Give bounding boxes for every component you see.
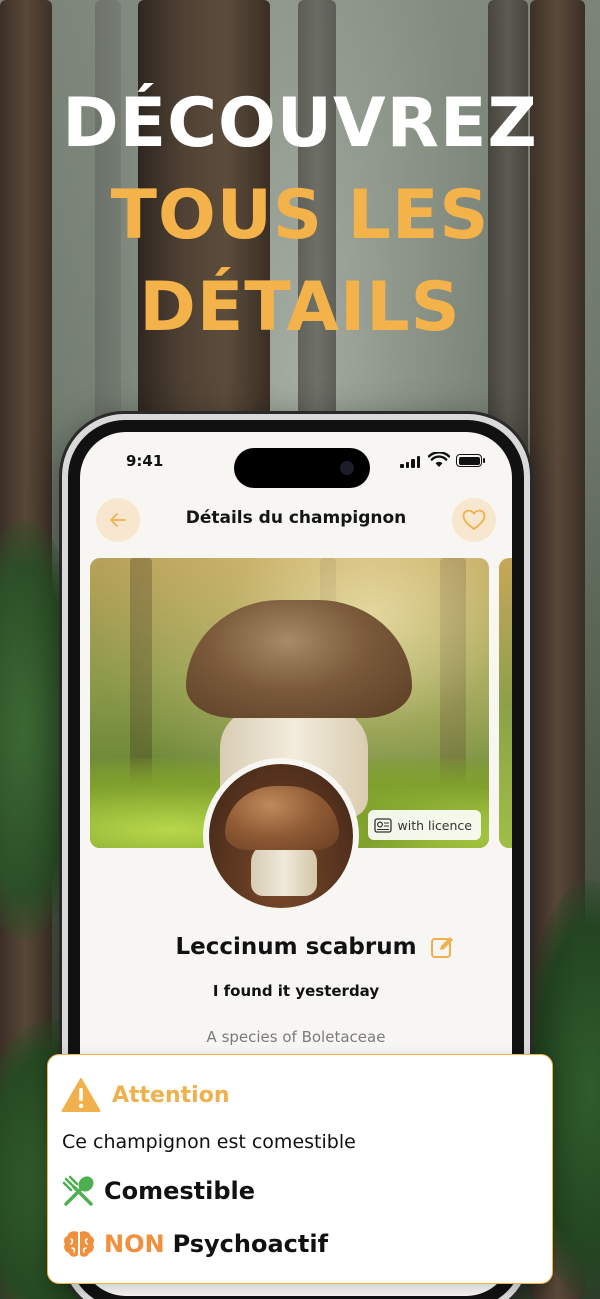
promo-headline: DÉCOUVREZ TOUS LES DÉTAILS (0, 78, 600, 354)
signal-icon (400, 456, 422, 468)
heart-icon (462, 509, 486, 530)
headline-line-3: DÉTAILS (139, 268, 461, 347)
licence-badge[interactable]: with licence (367, 810, 481, 840)
species-family: A species of Boletaceae (206, 1028, 386, 1046)
next-photo-peek[interactable] (499, 558, 512, 848)
status-time: 9:41 (126, 452, 164, 470)
nav-bar: Détails du champignon (80, 494, 512, 544)
page-title: Détails du champignon (185, 508, 407, 528)
wifi-icon (428, 452, 450, 467)
status-bar: 9:41 (80, 432, 512, 488)
licence-label: with licence (397, 817, 473, 833)
attention-card: Attention Ce champignon est comestible C… (47, 1054, 553, 1284)
edit-icon[interactable] (430, 934, 456, 960)
battery-icon (456, 454, 485, 467)
psychoactive-prefix: NON (104, 1230, 165, 1258)
psychoactive-label: Psychoactif (172, 1230, 329, 1258)
attention-text: Ce champignon est comestible (62, 1131, 356, 1153)
edible-label: Comestible (104, 1177, 256, 1205)
dynamic-island (234, 448, 370, 488)
warning-icon (61, 1078, 101, 1112)
headline-line-2: TOUS LES (110, 176, 490, 255)
attention-title: Attention (112, 1083, 230, 1108)
brain-icon (63, 1231, 95, 1257)
psychoactive-row: NON Psychoactif (62, 1229, 328, 1259)
fork-spoon-icon (62, 1175, 94, 1206)
licence-icon (373, 817, 392, 833)
edible-row: Comestible (62, 1175, 255, 1207)
mushroom-avatar (203, 758, 359, 914)
favorite-button[interactable] (452, 498, 496, 542)
headline-line-1: DÉCOUVREZ (62, 84, 538, 163)
user-note: I found it yesterday (212, 982, 380, 1000)
